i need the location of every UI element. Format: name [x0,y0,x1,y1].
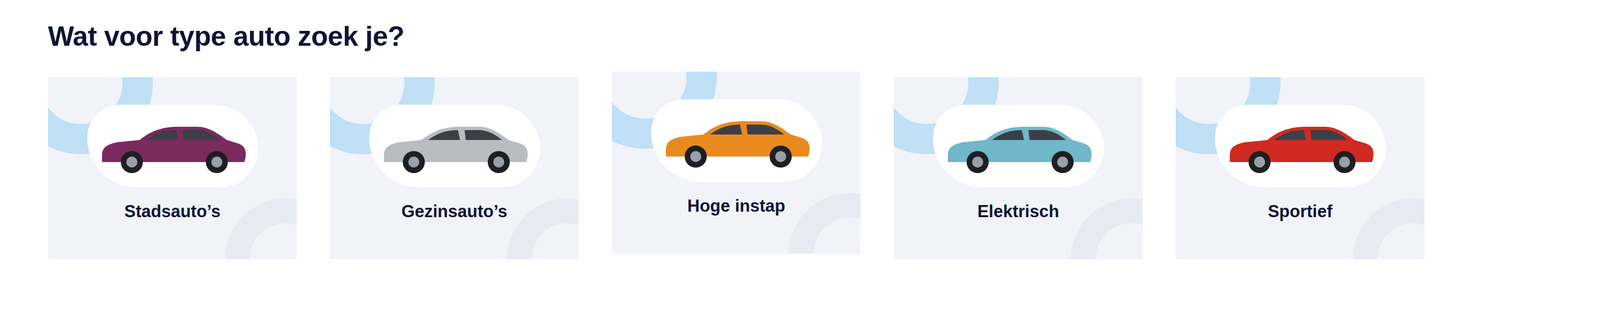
category-label: Hoge instap [683,193,790,220]
faint-ring [1352,198,1425,260]
car-picture [651,99,823,183]
car-picture [369,104,541,188]
category-label: Sportief [1263,198,1337,226]
faint-ring [1070,198,1143,260]
category-card[interactable]: Stadsauto’s [48,77,297,260]
faint-ring [788,193,861,254]
car-icon [659,110,814,172]
car-icon [95,115,250,177]
category-card[interactable]: Sportief [1175,77,1425,260]
car-icon [377,115,532,177]
faint-ring [507,198,579,260]
section-heading: Wat voor type auto zoek je? [48,19,1578,53]
category-card[interactable]: Hoge instap [611,71,861,254]
faint-ring [225,198,297,260]
car-picture [87,104,259,188]
category-card[interactable]: Elektrisch [893,77,1143,260]
category-card[interactable]: Gezinsauto’s [329,77,579,260]
car-picture [932,104,1104,188]
category-row: Stadsauto’s Gezinsauto’s Hoge instap Elektr… [48,77,1578,260]
category-label: Elektrisch [972,198,1064,226]
car-picture [1214,104,1386,188]
car-icon [1223,115,1378,177]
car-icon [941,115,1096,177]
category-label: Stadsauto’s [119,198,226,226]
category-label: Gezinsauto’s [397,198,512,226]
page: Wat voor type auto zoek je? Stadsauto’s Ge… [0,0,1600,282]
